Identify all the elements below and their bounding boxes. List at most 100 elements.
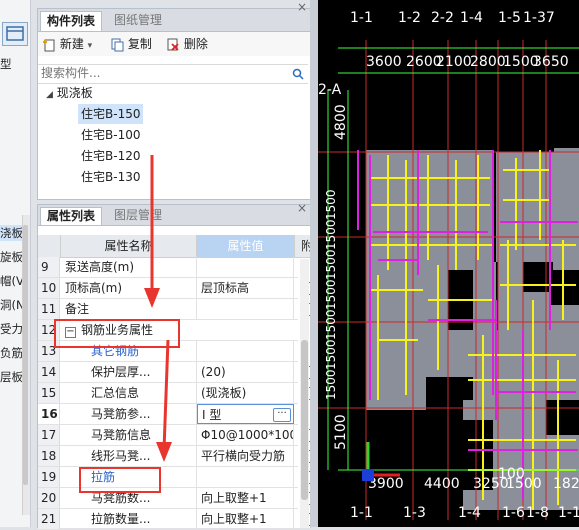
tab-drawing-management[interactable]: 图纸管理 bbox=[108, 11, 168, 30]
axis-label-bottom: 1-10 bbox=[558, 505, 579, 521]
dimension-label-left: 5100 bbox=[333, 414, 349, 450]
tree-item-b100[interactable]: 住宅B-100 bbox=[81, 125, 140, 145]
property-value[interactable]: 向上取整+1 bbox=[197, 509, 294, 529]
dimension-label-left: 1500 bbox=[324, 249, 338, 280]
cad-canvas[interactable]: 1-1 1-2 2-2 1-4 1-5 1-37 3600 2600 2100 2800 1500 3… bbox=[318, 0, 579, 527]
tree-item-b150[interactable]: 住宅B-150 bbox=[78, 104, 144, 124]
header-num bbox=[38, 235, 61, 258]
dimension-label-top: 3650 bbox=[533, 54, 569, 70]
dimension-label-center: 100 bbox=[498, 466, 525, 482]
slab bbox=[554, 148, 579, 238]
property-value[interactable]: 平行横向受力筋 bbox=[197, 446, 294, 466]
axis-label-bottom: 1-3 bbox=[403, 505, 426, 521]
left-navigation-strip: 型 浇板 旋板 帽(V 洞(N 受力 负筋 层板 bbox=[0, 0, 31, 527]
new-button[interactable]: 新建 ▾ bbox=[42, 35, 92, 53]
row-number: 20 bbox=[38, 488, 60, 508]
new-icon bbox=[43, 39, 55, 51]
dimension-label-bottom: 1820 bbox=[553, 476, 579, 492]
axis-label-bottom: 1-6 bbox=[502, 505, 525, 521]
property-value[interactable] bbox=[197, 467, 294, 487]
left-strip-item[interactable]: 受力 bbox=[0, 321, 22, 337]
dimension-label-left: 1500 bbox=[324, 339, 338, 370]
dimension-label-left: 1500 bbox=[324, 309, 338, 340]
slab-opening bbox=[550, 270, 579, 305]
property-value[interactable]: 向上取整+1 bbox=[197, 488, 294, 508]
dimension-label-top: 3600 bbox=[366, 54, 402, 70]
dimension-label-left: 1500 bbox=[324, 219, 338, 250]
row-number: 16 bbox=[38, 404, 60, 424]
property-name-text: 备注 bbox=[65, 302, 90, 316]
floor-plan[interactable]: 1-1 1-2 2-2 1-4 1-5 1-373600 26002100280015003… bbox=[318, 0, 579, 527]
ucs-icon bbox=[362, 469, 374, 481]
axis-label-bottom: 1-4 bbox=[458, 505, 481, 521]
dimension-label-top: 2100 bbox=[436, 54, 472, 70]
left-strip-item[interactable]: 洞(N bbox=[0, 297, 22, 313]
property-value[interactable] bbox=[197, 257, 294, 277]
property-scroll-thumb[interactable] bbox=[301, 340, 308, 500]
property-value[interactable]: 层顶标高 bbox=[197, 278, 294, 298]
tab-component-list[interactable]: 构件列表 bbox=[40, 11, 103, 31]
slab-opening bbox=[546, 400, 579, 435]
property-value-text: 向上取整+1 bbox=[201, 512, 267, 526]
tab-property-list[interactable]: 属性列表 bbox=[40, 207, 103, 225]
copy-icon bbox=[111, 38, 124, 51]
row-number: 11 bbox=[38, 299, 60, 319]
tree-root[interactable]: ◢ 现浇板 bbox=[46, 83, 93, 103]
left-strip-item[interactable]: 层板 bbox=[0, 369, 22, 385]
property-value[interactable]: Φ10@1000*100 bbox=[197, 425, 294, 445]
delete-icon bbox=[167, 38, 179, 51]
chevron-down-icon[interactable]: ▾ bbox=[88, 41, 93, 51]
axis-label-top: 1-1 bbox=[350, 10, 373, 26]
row-number: 10 bbox=[38, 278, 60, 298]
property-value-text: (现浇板) bbox=[201, 386, 247, 400]
component-search bbox=[38, 64, 308, 84]
property-value-text: 平行横向受力筋 bbox=[201, 449, 286, 463]
axis-label-top: 1-2 bbox=[398, 10, 421, 26]
axis-label-top: 1-4 bbox=[460, 10, 483, 26]
axis-label-top: 1-37 bbox=[523, 10, 555, 26]
property-value[interactable]: I 型 ··· bbox=[197, 404, 294, 424]
close-icon[interactable]: × bbox=[297, 0, 307, 14]
left-strip-item[interactable]: 旋板 bbox=[0, 249, 22, 265]
property-value[interactable] bbox=[197, 299, 294, 319]
left-strip-item[interactable]: 帽(V bbox=[0, 273, 22, 289]
property-value[interactable]: (20) bbox=[197, 362, 294, 382]
row-number: 15 bbox=[38, 383, 60, 403]
dimension-label-bottom: 4400 bbox=[424, 476, 460, 492]
property-name-text: 汇总信息 bbox=[91, 386, 140, 400]
row-number: 19 bbox=[38, 467, 60, 487]
search-input[interactable] bbox=[38, 65, 284, 81]
annotation-box-tie-rebar bbox=[79, 467, 161, 493]
property-value[interactable]: (现浇板) bbox=[197, 383, 294, 403]
delete-button[interactable]: 删除 bbox=[166, 35, 208, 53]
left-strip-item[interactable]: 负筋 bbox=[0, 345, 22, 361]
axis-label-bottom: 1-8 bbox=[526, 505, 549, 521]
delete-button-label: 删除 bbox=[183, 37, 208, 51]
dimension-label-left: 1500 bbox=[324, 369, 338, 400]
search-icon[interactable] bbox=[292, 68, 304, 80]
copy-button[interactable]: 复制 bbox=[110, 35, 152, 53]
left-strip-item[interactable]: 型 bbox=[0, 56, 22, 72]
property-name: 拉筋数量... bbox=[61, 509, 197, 529]
panel-splitter[interactable] bbox=[310, 0, 318, 527]
annotation-arrows bbox=[144, 155, 172, 462]
left-strip-item[interactable]: 浇板 bbox=[0, 225, 22, 241]
property-name-text: 拉筋数量... bbox=[91, 512, 151, 526]
layout-icon[interactable] bbox=[2, 22, 28, 46]
property-value-text: 层顶标高 bbox=[201, 281, 250, 295]
close-icon[interactable]: × bbox=[297, 201, 307, 215]
dimension-label-top: 2800 bbox=[470, 54, 506, 70]
dimension-label-left: 1500 bbox=[324, 279, 338, 310]
tree-expand-icon[interactable]: ◢ bbox=[46, 90, 53, 100]
row-number: 21 bbox=[38, 509, 60, 529]
header-property-value: 属性值 bbox=[197, 235, 295, 258]
ellipsis-button[interactable]: ··· bbox=[273, 408, 291, 422]
property-value-text: 向上取整+1 bbox=[201, 491, 267, 505]
property-row[interactable]: 20 马凳筋数... 向上取整+1 bbox=[38, 488, 319, 509]
left-strip-scroll-thumb[interactable] bbox=[23, 225, 28, 485]
property-row[interactable]: 19 拉筋 bbox=[38, 467, 319, 488]
new-button-label: 新建 bbox=[59, 37, 84, 51]
property-value[interactable] bbox=[197, 341, 294, 361]
row-number: 14 bbox=[38, 362, 60, 382]
dimension-label-left: 1500 bbox=[324, 189, 338, 220]
